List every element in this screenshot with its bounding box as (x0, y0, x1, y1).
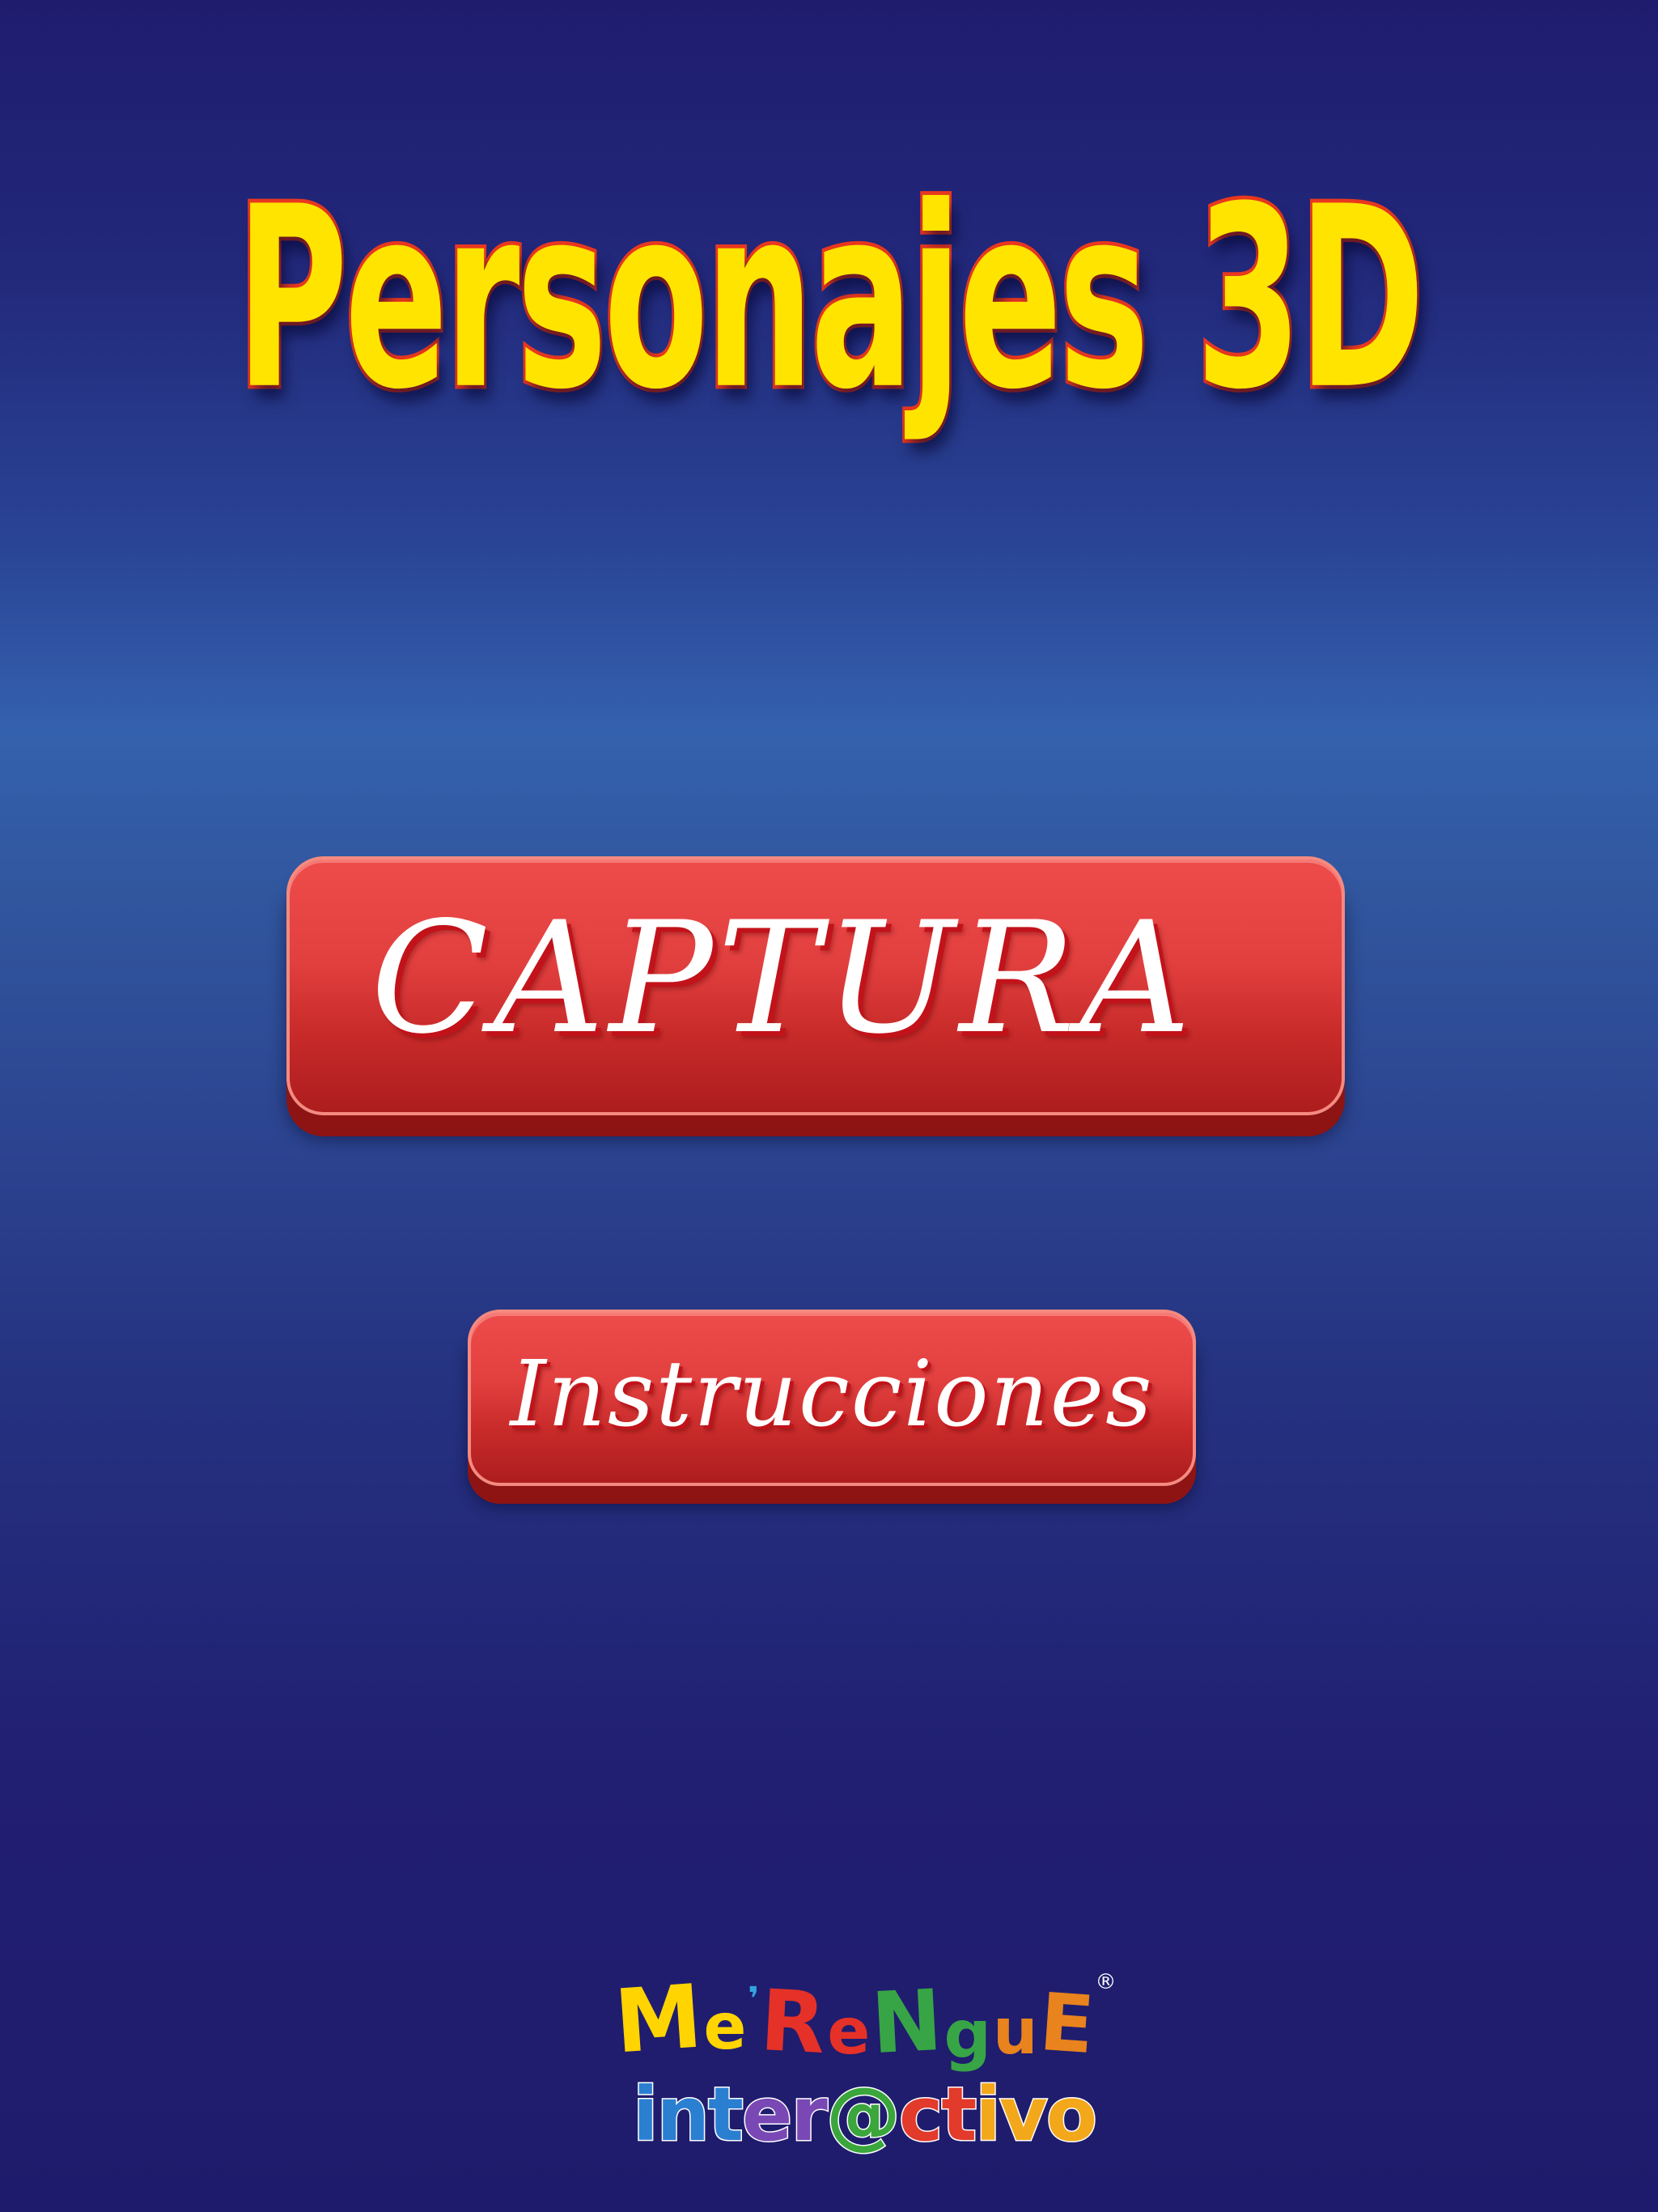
logo-sub-letter: t (707, 2071, 745, 2158)
logo-letter: R (758, 1970, 829, 2074)
logo-letter: u (993, 1996, 1038, 2069)
merengue-interactivo-logo: M e ❜ R e N g u E ® i n t e r @ c t i v … (611, 1959, 1117, 2169)
capture-button-label: CAPTURA (371, 888, 1196, 1068)
logo-swirl-icon: ❜ (748, 1981, 760, 2018)
logo-sub-row: i n t e r @ c t i v o (632, 2070, 1099, 2159)
logo-letter: g (943, 1997, 992, 2074)
logo-sub-letter: n (655, 2071, 710, 2158)
logo-letter: M (611, 1966, 706, 2074)
instructions-button[interactable]: Instrucciones (468, 1310, 1196, 1486)
logo-letter: N (869, 1970, 945, 2074)
logo-sub-letter: o (1045, 2071, 1098, 2158)
logo-brand-row: M e ❜ R e N g u E ® (611, 1959, 1117, 2074)
logo-sub-letter: c (897, 2071, 944, 2158)
logo-sub-letter: v (998, 2071, 1049, 2158)
capture-button[interactable]: CAPTURA (286, 856, 1345, 1115)
logo-sub-letter: i (974, 2071, 1002, 2158)
logo-sub-letter: i (632, 2071, 659, 2158)
instructions-button-label: Instrucciones (510, 1342, 1154, 1447)
logo-sub-letter: r (790, 2071, 829, 2158)
logo-sub-letter: e (741, 2071, 794, 2158)
logo-sub-letter: t (940, 2071, 978, 2158)
logo-sub-letter: @ (825, 2071, 901, 2158)
game-title: Personajes 3D (234, 153, 1427, 444)
logo-letter: E (1036, 1976, 1097, 2073)
title-container: Personajes 3D (0, 170, 1658, 428)
logo-letter: e (827, 1996, 871, 2069)
logo-letter: e (703, 1991, 747, 2064)
registered-mark: ® (1095, 1970, 1117, 1994)
